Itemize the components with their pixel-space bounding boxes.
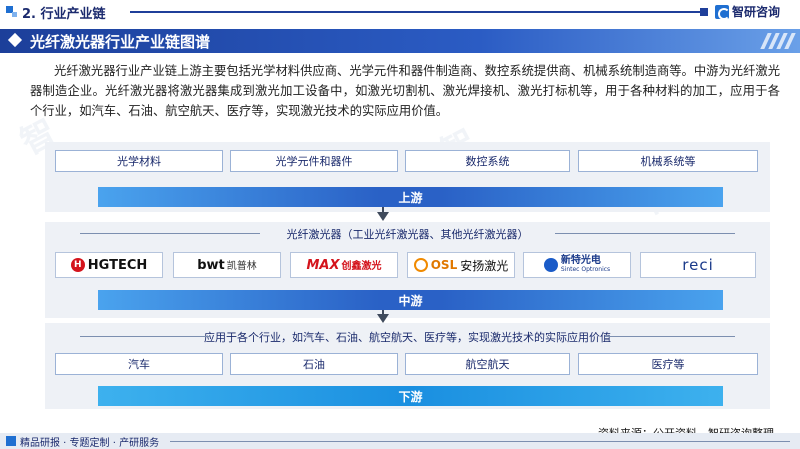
sintec-cn: 新特光电 (560, 255, 601, 266)
downstream-item: 汽车 (55, 353, 223, 375)
brand-logo-text: 智研咨询 (732, 5, 781, 19)
down-arrow-icon (377, 314, 389, 323)
downstream-heading-text: 应用于各个行业，如汽车、石油、航空航天、医疗等，实现激光技术的实际应用价值 (204, 331, 611, 344)
hgtech-logo-icon: H (70, 258, 85, 272)
downstream-heading: 应用于各个行业，如汽车、石油、航空航天、医疗等，实现激光技术的实际应用价值 (60, 329, 755, 345)
company-logo-osl: OSL 安扬激光 (407, 252, 515, 278)
footer-bar: 精品研报 · 专题定制 · 产研服务 (0, 433, 800, 449)
max-brand: MAX (306, 258, 340, 273)
footer-divider (170, 441, 790, 442)
osl-cn: 安扬激光 (460, 258, 509, 273)
stage-downstream: 下游 (98, 386, 723, 406)
footer-logo-icon (6, 436, 16, 446)
osl-brand: OSL (430, 258, 458, 272)
company-logo-sintec: 新特光电 Sintec Optronics (523, 252, 631, 278)
brand-logo: 智研咨询 (715, 3, 780, 20)
page-title: 光纤激光器行业产业链图谱 (30, 33, 211, 51)
downstream-item: 医疗等 (578, 353, 758, 375)
midstream-heading-text: 光纤激光器（工业光纤激光器、其他光纤激光器） (286, 228, 529, 241)
stage-midstream: 中游 (98, 290, 723, 310)
diamond-icon (7, 32, 23, 48)
section-marker-icon (12, 12, 17, 17)
footer-text: 精品研报 · 专题定制 · 产研服务 (20, 438, 160, 449)
sintec-en: Sintec Optronics (560, 266, 611, 273)
brand-logo-icon (715, 4, 730, 20)
bwt-brand: bwt (197, 258, 225, 273)
bwt-cn: 凯普林 (226, 261, 257, 272)
upstream-item: 光学元件和器件 (230, 150, 398, 172)
company-logo-hgtech: H HGTECH (55, 252, 163, 278)
osl-logo-icon (413, 258, 428, 272)
intro-paragraph: 光纤激光器行业产业链上游主要包括光学材料供应商、光学元件和器件制造商、数控系统提… (30, 64, 780, 118)
sintec-logo-icon (543, 258, 558, 272)
section-header: 2. 行业产业链 智研咨询 (0, 0, 800, 24)
company-logo-reci: reci (640, 252, 756, 278)
midstream-heading: 光纤激光器（工业光纤激光器、其他光纤激光器） (60, 226, 755, 242)
down-arrow-icon (377, 212, 389, 221)
title-bar: 光纤激光器行业产业链图谱 (0, 29, 800, 53)
upstream-item: 数控系统 (405, 150, 570, 172)
company-logo-max: MAX 创鑫激光 (290, 252, 398, 278)
downstream-item: 石油 (230, 353, 398, 375)
stage-upstream: 上游 (98, 187, 723, 207)
downstream-item: 航空航天 (405, 353, 570, 375)
hgtech-name: HGTECH (87, 257, 148, 273)
upstream-item: 光学材料 (55, 150, 223, 172)
max-cn: 创鑫激光 (341, 261, 382, 272)
header-divider (130, 8, 708, 16)
company-logo-bwt: bwt 凯普林 (173, 252, 281, 278)
section-title: 2. 行业产业链 (22, 7, 106, 22)
stripes-decoration (760, 33, 796, 49)
upstream-item: 机械系统等 (578, 150, 758, 172)
reci-name: reci (682, 256, 714, 274)
